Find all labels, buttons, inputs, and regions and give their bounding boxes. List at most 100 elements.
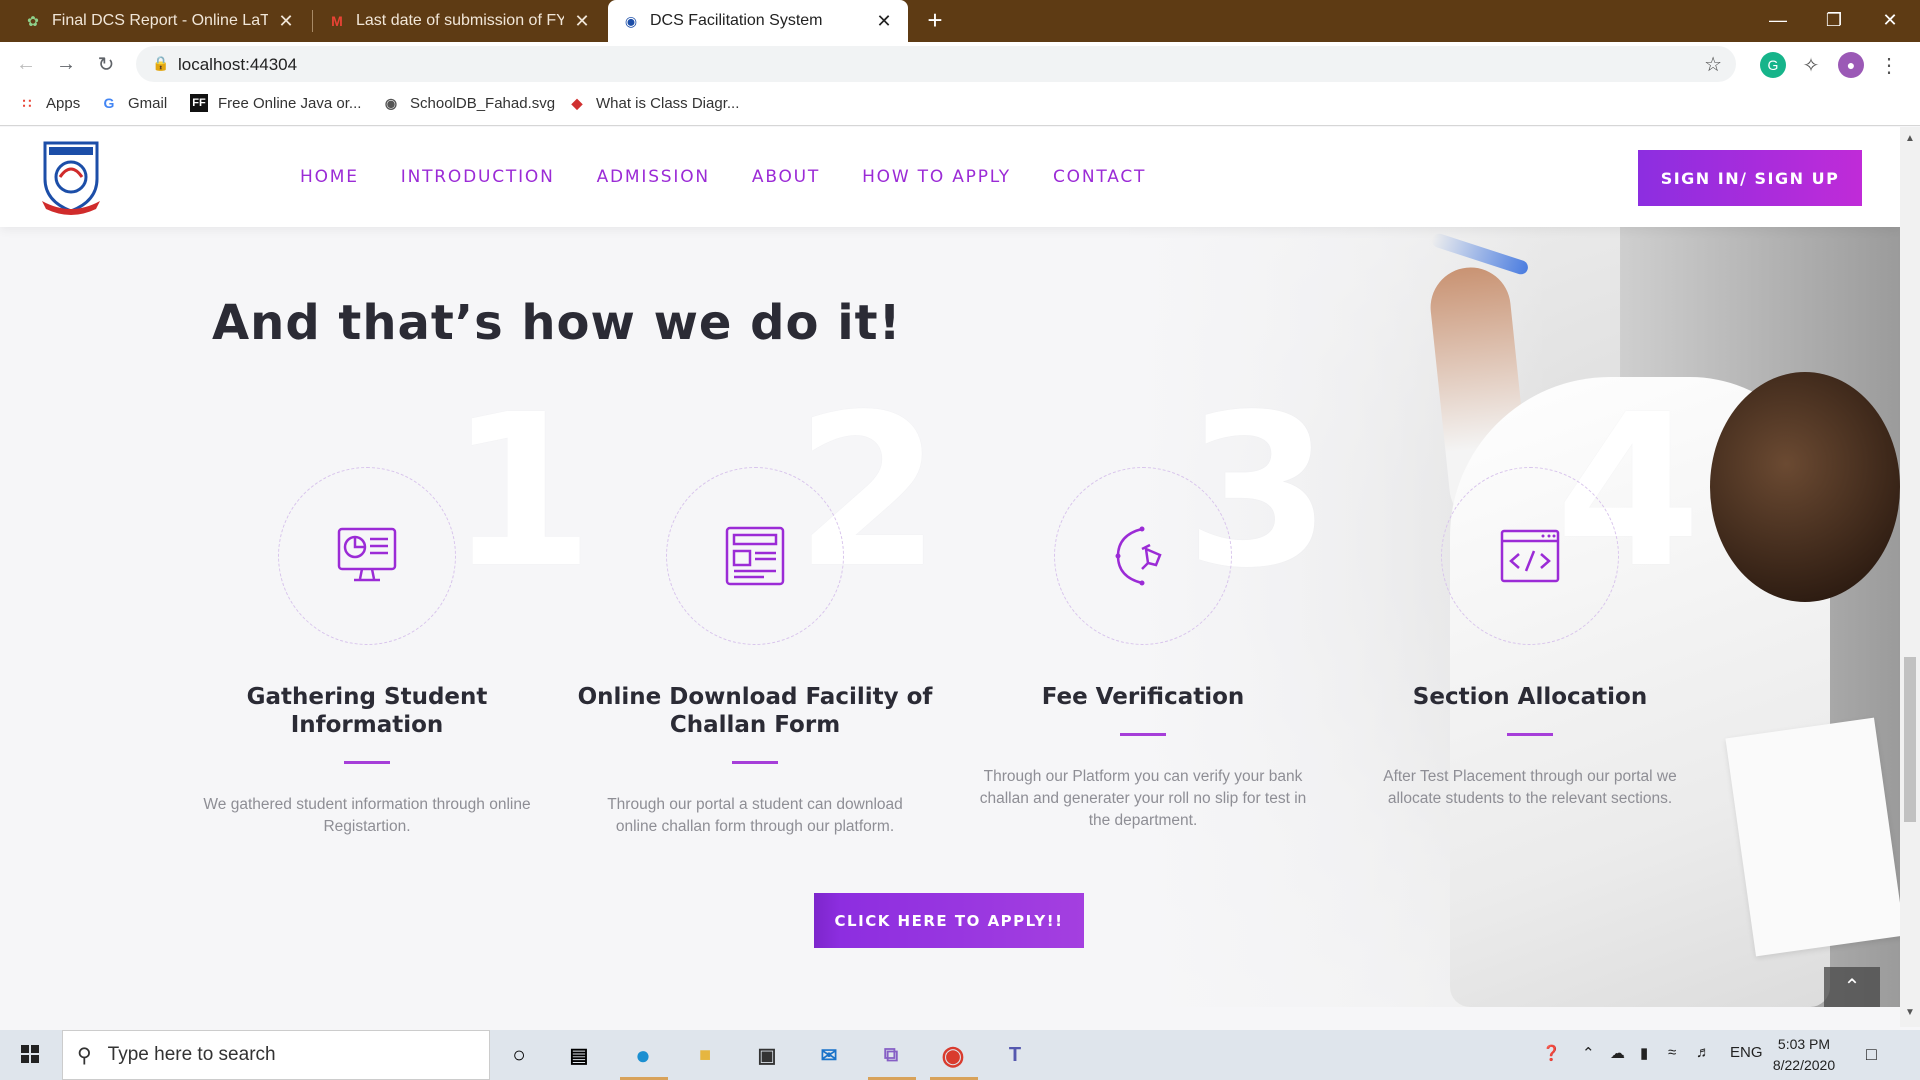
step-description: After Test Placement through our portal … (1383, 768, 1677, 807)
step-icon-circle (1441, 467, 1619, 645)
tab-dcs[interactable]: ◉ DCS Facilitation System ✕ (608, 0, 908, 42)
step-description: Through our Platform you can verify your… (979, 768, 1307, 829)
grammarly-icon[interactable]: G (1760, 52, 1786, 78)
file-explorer-icon[interactable]: ■ (686, 1036, 724, 1074)
nav-introduction[interactable]: INTRODUCTION (401, 167, 555, 187)
pen-tool-icon (1115, 526, 1162, 586)
cloud-icon[interactable]: ☁ (1610, 1044, 1625, 1062)
search-icon: ⚲ (77, 1044, 92, 1067)
chrome-icon[interactable]: ◉ (934, 1036, 972, 1074)
scrollbar-thumb[interactable] (1904, 657, 1916, 822)
forward-icon[interactable]: → (50, 48, 82, 80)
bookmark-apps[interactable]: ∷ Apps (18, 94, 81, 112)
signin-button[interactable]: SIGN IN/ SIGN UP (1638, 150, 1862, 206)
restore-icon[interactable]: ❐ (1806, 0, 1862, 40)
scroll-down-icon[interactable]: ▼ (1900, 1007, 1920, 1018)
google-icon: G (103, 95, 115, 111)
windows-taskbar: ⚲ Type here to search ○ ▤ ● ■ ▣ ✉ ⧉ ◉ T … (0, 1030, 1920, 1080)
clock[interactable]: 5:03 PM 8/22/2020 (1764, 1034, 1844, 1076)
step-card: Section Allocation After Test Placement … (1350, 467, 1710, 810)
step-title: Online Download Facility of Challan Form (577, 684, 933, 738)
tab-gmail[interactable]: M Last date of submission of FYP fo ✕ (314, 0, 606, 42)
minimize-icon[interactable]: — (1750, 0, 1806, 40)
page-scrollbar[interactable]: ▲ ▼ (1900, 127, 1920, 1027)
visual-studio-icon[interactable]: ⧉ (872, 1036, 910, 1074)
nav-how-to-apply[interactable]: HOW TO APPLY (862, 167, 1011, 187)
edge-icon[interactable]: ● (624, 1036, 662, 1074)
search-placeholder: Type here to search (107, 1044, 276, 1065)
reload-icon[interactable]: ↻ (90, 48, 122, 80)
step-divider (1507, 733, 1553, 736)
site-logo-icon: ◉ (624, 12, 638, 29)
nav-contact[interactable]: CONTACT (1053, 167, 1146, 187)
lock-icon: 🔒 (152, 55, 170, 71)
help-icon[interactable]: ❓ (1542, 1044, 1561, 1062)
document-form-icon (725, 526, 785, 586)
language-indicator[interactable]: ENG (1730, 1044, 1763, 1061)
tab-title: Final DCS Report - Online LaTeX E (52, 12, 268, 29)
tab-title: DCS Facilitation System (650, 12, 823, 29)
step-icon-circle (1054, 467, 1232, 645)
code-window-icon (1500, 529, 1560, 583)
apply-button[interactable]: CLICK HERE TO APPLY!! (814, 893, 1084, 948)
step-description: We gathered student information through … (203, 796, 531, 835)
task-view-icon[interactable]: ▤ (560, 1036, 598, 1074)
taskbar-search[interactable]: ⚲ Type here to search (62, 1030, 490, 1080)
close-icon[interactable]: ✕ (874, 11, 894, 32)
site-header: HOME INTRODUCTION ADMISSION ABOUT HOW TO… (0, 127, 1900, 227)
teams-icon[interactable]: T (996, 1036, 1034, 1074)
new-tab-button[interactable]: + (920, 6, 950, 36)
globe-icon: ◉ (384, 94, 398, 111)
address-bar[interactable]: 🔒 localhost:44304 ☆ (136, 46, 1736, 82)
chevron-up-icon[interactable]: ⌃ (1582, 1044, 1595, 1062)
bookmark-gmail[interactable]: G Gmail (100, 94, 168, 112)
mail-icon[interactable]: ✉ (810, 1036, 848, 1074)
back-icon[interactable]: ← (10, 48, 42, 80)
step-title: Gathering Student Information (246, 684, 488, 738)
close-icon[interactable]: ✕ (276, 11, 296, 32)
extensions-icon[interactable]: ✧ (1798, 52, 1824, 78)
step-divider (1120, 733, 1166, 736)
nav-home[interactable]: HOME (300, 167, 359, 187)
step-card: Gathering Student Information We gathere… (187, 467, 547, 838)
nav-admission[interactable]: ADMISSION (597, 167, 710, 187)
bookmark-star-icon[interactable]: ☆ (1704, 52, 1722, 77)
bookmark-class-diagram[interactable]: ◆ What is Class Diagr... (568, 94, 740, 112)
bookmark-label: Free Online Java or... (218, 94, 362, 112)
photo-paper (1725, 717, 1900, 957)
monitor-chart-icon (337, 527, 397, 582)
main-nav: HOME INTRODUCTION ADMISSION ABOUT HOW TO… (300, 167, 1146, 187)
window-close-icon[interactable]: ✕ (1862, 0, 1918, 40)
windows-start-icon[interactable] (10, 1040, 50, 1070)
tab-latex[interactable]: ✿ Final DCS Report - Online LaTeX E ✕ (10, 0, 310, 42)
step-title: Fee Verification (1041, 684, 1245, 710)
nav-about[interactable]: ABOUT (752, 167, 820, 187)
notifications-icon[interactable]: □ (1866, 1044, 1877, 1065)
browser-tab-strip: ✿ Final DCS Report - Online LaTeX E ✕ M … (0, 0, 1920, 42)
step-description: Through our portal a student can downloa… (607, 796, 903, 835)
tab-separator (312, 10, 313, 32)
bookmark-schooldb[interactable]: ◉ SchoolDB_Fahad.svg (382, 94, 555, 112)
bookmark-label: What is Class Diagr... (596, 94, 740, 112)
browser-toolbar: ← → ↻ 🔒 localhost:44304 ☆ G ✧ ● ⋮ (0, 42, 1920, 86)
menu-kebab-icon[interactable]: ⋮ (1876, 52, 1902, 78)
volume-icon[interactable]: ♬ (1696, 1044, 1711, 1061)
wifi-icon[interactable]: ≈ (1668, 1044, 1676, 1061)
store-icon[interactable]: ▣ (748, 1036, 786, 1074)
step-card: Online Download Facility of Challan Form… (575, 467, 935, 838)
scroll-up-icon[interactable]: ▲ (1900, 133, 1920, 144)
photo-head (1710, 372, 1900, 602)
bookmarks-bar: ∷ Apps G Gmail FF Free Online Java or...… (0, 86, 1920, 126)
university-logo[interactable] (40, 139, 102, 215)
bookmark-java[interactable]: FF Free Online Java or... (190, 94, 361, 112)
step-icon-circle (278, 467, 456, 645)
scroll-to-top-button[interactable]: ⌃ (1824, 967, 1880, 1007)
step-title: Section Allocation (1412, 684, 1648, 710)
close-icon[interactable]: ✕ (572, 11, 592, 32)
avatar[interactable]: ● (1838, 52, 1864, 78)
clock-time: 5:03 PM (1777, 1036, 1831, 1052)
url-text[interactable]: localhost:44304 (178, 55, 297, 75)
page-viewport: HOME INTRODUCTION ADMISSION ABOUT HOW TO… (0, 127, 1900, 1007)
cortana-icon[interactable]: ○ (500, 1036, 538, 1074)
battery-icon[interactable]: ▮ (1640, 1044, 1648, 1062)
